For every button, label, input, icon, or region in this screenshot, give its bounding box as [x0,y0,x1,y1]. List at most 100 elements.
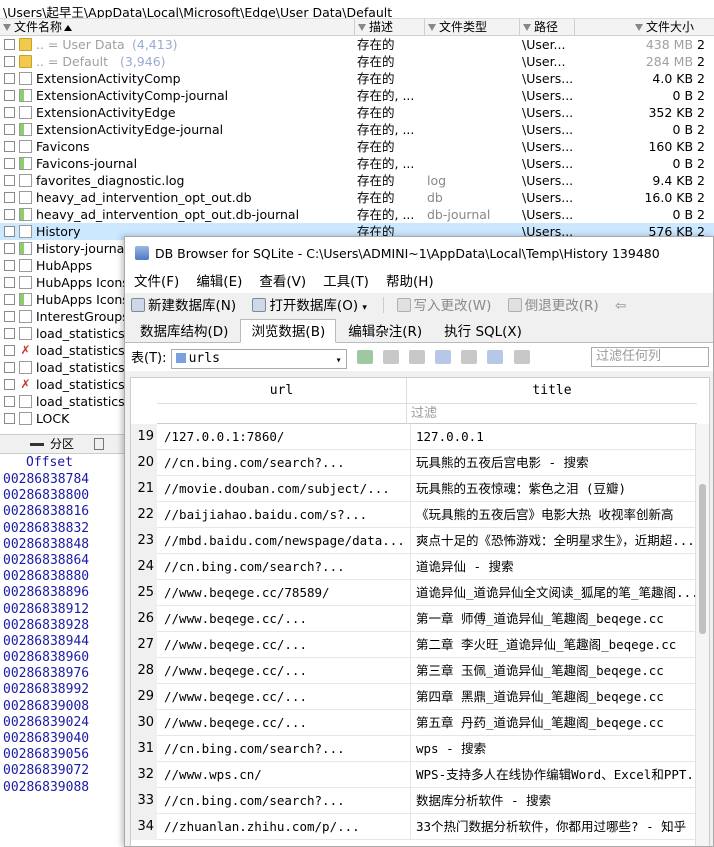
row-number[interactable]: 26 [131,606,157,632]
url-cell[interactable]: //www.beqege.cc/... [161,658,411,684]
title-cell[interactable]: 第二章 李火旺_道诡异仙_笔趣阁_beqege.cc [413,632,703,658]
delete-record-icon[interactable] [513,350,530,364]
filter-all-columns-input[interactable]: 过滤任何列 [591,347,709,367]
column-header-name[interactable]: 文件名称 [0,19,355,36]
partition-tab[interactable]: 分区 [0,434,125,454]
write-changes-button[interactable]: 写入更改(W) [396,296,491,316]
file-row[interactable]: .. = User Data (4,413) 存在的 \User... 438 MB 2 [0,36,714,53]
title-cell[interactable]: 第四章 黑鼎_道诡异仙_笔趣阁_beqege.cc [413,684,703,710]
url-cell[interactable]: //baijiahao.baidu.com/s?... [161,502,411,528]
menu-item[interactable]: 编辑(E) [196,274,242,290]
tab-0[interactable]: 数据库结构(D) [130,320,238,344]
title-cell[interactable]: 爽点十足的《恐怖游戏：全明星求生》，近期超... [413,528,703,554]
url-cell[interactable]: //www.beqege.cc/... [161,710,411,736]
url-cell[interactable]: //www.beqege.cc/... [161,606,411,632]
row-number[interactable]: 29 [131,684,157,710]
table-row[interactable]: 24//cn.bing.com/search?... 道诡异仙 - 搜索 [131,554,697,580]
title-cell[interactable]: WPS-支持多人在线协作编辑Word、Excel和PPT... [413,762,703,788]
clear-filters-icon[interactable] [382,350,399,364]
title-cell[interactable]: 玩具熊的五夜后宫电影 - 搜索 [413,450,703,476]
row-number[interactable]: 33 [131,788,157,814]
column-header-path[interactable]: 路径 [520,19,575,36]
table-row[interactable]: 33//cn.bing.com/search?... 数据库分析软件 - 搜索 [131,788,697,814]
title-cell[interactable]: 数据库分析软件 - 搜索 [413,788,703,814]
vertical-scrollbar[interactable] [695,424,709,846]
column-header-type[interactable]: 文件类型 [425,19,520,36]
table-row[interactable]: 29//www.beqege.cc/... 第四章 黑鼎_道诡异仙_笔趣阁_beq… [131,684,697,710]
table-row[interactable]: 28//www.beqege.cc/... 第三章 玉佩_道诡异仙_笔趣阁_beq… [131,658,697,684]
title-filter-input[interactable]: 过滤 [407,404,697,424]
table-row[interactable]: 31//cn.bing.com/search?... wps - 搜索 [131,736,697,762]
row-number[interactable]: 21 [131,476,157,502]
window-title-bar[interactable]: DB Browser for SQLite - C:\Users\ADMINI~… [125,237,713,271]
tab-2[interactable]: 编辑杂注(R) [338,320,432,344]
file-row[interactable]: favorites_diagnostic.log 存在的 log \Users... 9… [0,172,714,189]
table-row[interactable]: 27//www.beqege.cc/... 第二章 李火旺_道诡异仙_笔趣阁_be… [131,632,697,658]
url-cell[interactable]: //www.beqege.cc/... [161,684,411,710]
file-row[interactable]: ExtensionActivityEdge 存在的 \Users... 352 KB 2 [0,104,714,121]
row-number[interactable]: 34 [131,814,157,840]
tab-3[interactable]: 执行 SQL(X) [434,320,532,344]
url-cell[interactable]: //cn.bing.com/search?... [161,788,411,814]
open-database-button[interactable]: 打开数据库(O) ▾ [252,296,367,316]
tab-1[interactable]: 浏览数据(B) [240,319,337,343]
table-row[interactable]: 19/127.0.0.1:7860/127.0.0.1 [131,424,697,450]
new-database-button[interactable]: 新建数据库(N) [131,296,236,316]
title-cell[interactable]: 第一章 师傅_道诡异仙_笔趣阁_beqege.cc [413,606,703,632]
undo-button[interactable]: ⇦ [615,296,626,316]
column-header-description[interactable]: 描述 [355,19,425,36]
row-number[interactable]: 23 [131,528,157,554]
file-row[interactable]: ExtensionActivityComp-journal 存在的, ... \Us… [0,87,714,104]
title-cell[interactable]: 玩具熊的五夜惊魂：紫色之泪 (豆瓣) [413,476,703,502]
menu-item[interactable]: 帮助(H) [386,274,434,290]
row-number[interactable]: 27 [131,632,157,658]
title-cell[interactable]: 127.0.0.1 [413,424,703,450]
menu-item[interactable]: 工具(T) [323,274,369,290]
row-number[interactable]: 20 [131,450,157,476]
url-cell[interactable]: //cn.bing.com/search?... [161,736,411,762]
refresh-icon[interactable] [356,350,373,364]
table-row[interactable]: 21//movie.douban.com/subject/... 玩具熊的五夜惊魂… [131,476,697,502]
file-row[interactable]: heavy_ad_intervention_opt_out.db-journal… [0,206,714,223]
row-number[interactable]: 28 [131,658,157,684]
row-number[interactable]: 32 [131,762,157,788]
title-cell[interactable]: 第五章 丹药_道诡异仙_笔趣阁_beqege.cc [413,710,703,736]
print-icon[interactable] [461,350,478,364]
file-row[interactable]: heavy_ad_intervention_opt_out.db 存在的 db \Us… [0,189,714,206]
dbbrowser-window[interactable]: DB Browser for SQLite - C:\Users\ADMINI~… [124,236,714,847]
title-cell[interactable]: wps - 搜索 [413,736,703,762]
url-cell[interactable]: //movie.douban.com/subject/... [161,476,411,502]
row-number[interactable]: 24 [131,554,157,580]
url-cell[interactable]: //www.beqege.cc/78589/ [161,580,411,606]
address-bar[interactable]: \Users\起早王\AppData\Local\Microsoft\Edge\… [0,0,714,19]
insert-record-icon[interactable] [487,350,504,364]
revert-changes-button[interactable]: 倒退更改(R) [507,296,599,316]
table-row[interactable]: 23//mbd.baidu.com/newspage/data... 爽点十足的《… [131,528,697,554]
sort-icon[interactable] [409,350,426,364]
url-filter-input[interactable] [157,404,407,424]
title-cell[interactable]: 《玩具熊的五夜后宫》电影大热 收视率创新高 [413,502,703,528]
table-row[interactable]: 26//www.beqege.cc/... 第一章 师傅_道诡异仙_笔趣阁_beq… [131,606,697,632]
save-table-icon[interactable] [435,350,452,364]
row-number[interactable]: 30 [131,710,157,736]
menu-item[interactable]: 文件(F) [134,274,179,290]
table-row[interactable]: 32//www.wps.cn/WPS-支持多人在线协作编辑Word、Excel和… [131,762,703,788]
title-cell[interactable]: 33个热门数据分析软件，你都用过哪些? - 知乎 [413,814,703,840]
table-select[interactable]: urls ▾ [170,348,347,369]
file-row[interactable]: ExtensionActivityComp 存在的 \Users... 4.0 KB 2 [0,70,714,87]
column-header-url[interactable]: url [157,378,407,404]
table-row[interactable]: 20//cn.bing.com/search?... 玩具熊的五夜后宫电影 - 搜… [131,450,697,476]
file-row[interactable]: .. = Default (3,946) 存在的 \User... 284 MB 2 [0,53,714,70]
table-row[interactable]: 22//baijiahao.baidu.com/s?... 《玩具熊的五夜后宫》电… [131,502,697,528]
url-cell[interactable]: //www.beqege.cc/... [161,632,411,658]
file-row[interactable]: Favicons 存在的 \Users... 160 KB 2 [0,138,714,155]
row-number[interactable]: 31 [131,736,157,762]
url-cell[interactable]: //zhuanlan.zhihu.com/p/... [161,814,411,840]
file-row[interactable]: ExtensionActivityEdge-journal 存在的, ... \Us… [0,121,714,138]
url-cell[interactable]: //mbd.baidu.com/newspage/data... [161,528,411,554]
file-row[interactable]: Favicons-journal 存在的, ... \Users... 0 B2 [0,155,714,172]
title-cell[interactable]: 第三章 玉佩_道诡异仙_笔趣阁_beqege.cc [413,658,703,684]
row-number[interactable]: 19 [131,424,157,450]
column-header-title[interactable]: title [407,378,697,404]
url-cell[interactable]: /127.0.0.1:7860/ [161,424,411,450]
